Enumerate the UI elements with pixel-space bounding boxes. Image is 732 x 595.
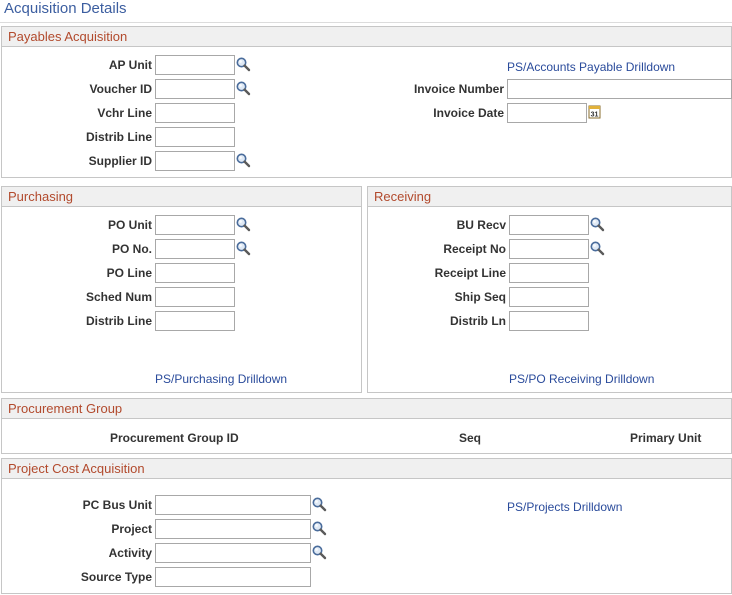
ship-seq-label: Ship Seq — [454, 290, 506, 304]
po-receiving-drilldown-link[interactable]: PS/PO Receiving Drilldown — [509, 372, 654, 386]
projects-drilldown-link[interactable]: PS/Projects Drilldown — [507, 500, 622, 514]
po-line-label: PO Line — [106, 266, 152, 280]
procurement-group-id-column: Procurement Group ID — [110, 431, 239, 445]
activity-label: Activity — [108, 546, 152, 560]
pc-bus-unit-label: PC Bus Unit — [82, 498, 152, 512]
source-type-label: Source Type — [80, 570, 152, 584]
distrib-ln-label: Distrib Ln — [450, 314, 506, 328]
po-line-input[interactable] — [155, 263, 235, 283]
pc-bus-unit-lookup-icon[interactable] — [311, 496, 327, 512]
bu-recv-label: BU Recv — [456, 218, 506, 232]
primary-unit-column: Primary Unit — [630, 431, 702, 445]
ap-unit-lookup-icon[interactable] — [235, 56, 251, 72]
project-input[interactable] — [155, 519, 311, 539]
receipt-no-input[interactable] — [509, 239, 589, 259]
voucher-id-lookup-icon[interactable] — [235, 80, 251, 96]
receiving-heading: Receiving — [368, 187, 731, 207]
payables-acquisition-heading: Payables Acquisition — [2, 27, 731, 47]
procurement-group-heading: Procurement Group — [2, 399, 731, 419]
project-cost-acquisition-heading: Project Cost Acquisition — [2, 459, 731, 479]
receipt-line-input[interactable] — [509, 263, 589, 283]
po-distrib-line-input[interactable] — [155, 311, 235, 331]
activity-lookup-icon[interactable] — [311, 544, 327, 560]
project-label: Project — [111, 522, 152, 536]
procurement-group: Procurement Group — [1, 398, 732, 454]
project-lookup-icon[interactable] — [311, 520, 327, 536]
invoice-date-input[interactable] — [507, 103, 587, 123]
receipt-line-label: Receipt Line — [434, 266, 506, 280]
purchasing-drilldown-link[interactable]: PS/Purchasing Drilldown — [155, 372, 287, 386]
seq-column: Seq — [459, 431, 482, 445]
po-no-input[interactable] — [155, 239, 235, 259]
supplier-id-input[interactable] — [155, 151, 235, 171]
accounts-payable-drilldown-link[interactable]: PS/Accounts Payable Drilldown — [507, 60, 675, 74]
invoice-number-label: Invoice Number — [413, 82, 504, 96]
supplier-id-label: Supplier ID — [88, 154, 152, 168]
vchr-line-label: Vchr Line — [97, 106, 152, 120]
sched-num-input[interactable] — [155, 287, 235, 307]
ship-seq-input[interactable] — [509, 287, 589, 307]
sched-num-label: Sched Num — [85, 290, 152, 304]
po-distrib-line-label: Distrib Line — [85, 314, 152, 328]
po-unit-label: PO Unit — [108, 218, 152, 232]
vchr-line-input[interactable] — [155, 103, 235, 123]
activity-input[interactable] — [155, 543, 311, 563]
source-type-input[interactable] — [155, 567, 311, 587]
supplier-id-lookup-icon[interactable] — [235, 152, 251, 168]
distrib-line-label: Distrib Line — [85, 130, 152, 144]
bu-recv-lookup-icon[interactable] — [589, 216, 605, 232]
title-divider — [0, 22, 732, 23]
receipt-no-label: Receipt No — [443, 242, 506, 256]
po-no-label: PO No. — [111, 242, 152, 256]
ap-unit-input[interactable] — [155, 55, 235, 75]
purchasing-heading: Purchasing — [2, 187, 361, 207]
page-title: Acquisition Details — [4, 0, 127, 17]
voucher-id-input[interactable] — [155, 79, 235, 99]
po-no-lookup-icon[interactable] — [235, 240, 251, 256]
invoice-date-label: Invoice Date — [433, 106, 504, 120]
po-unit-input[interactable] — [155, 215, 235, 235]
bu-recv-input[interactable] — [509, 215, 589, 235]
distrib-line-input[interactable] — [155, 127, 235, 147]
calendar-icon[interactable] — [587, 104, 603, 120]
voucher-id-label: Voucher ID — [89, 82, 152, 96]
po-unit-lookup-icon[interactable] — [235, 216, 251, 232]
ap-unit-label: AP Unit — [108, 58, 152, 72]
distrib-ln-input[interactable] — [509, 311, 589, 331]
pc-bus-unit-input[interactable] — [155, 495, 311, 515]
receipt-no-lookup-icon[interactable] — [589, 240, 605, 256]
invoice-number-input[interactable] — [507, 79, 732, 99]
